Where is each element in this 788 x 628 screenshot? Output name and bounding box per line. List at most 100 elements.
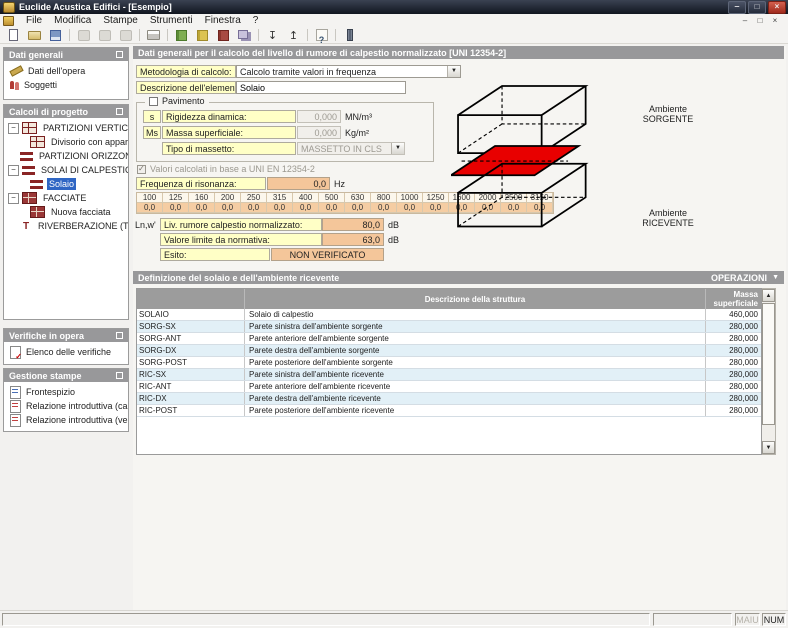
freq-band-header: 125 [163,193,189,203]
freq-value-cell: 0,0 [163,203,189,213]
status-message-panel [2,613,650,626]
descrizione-input[interactable] [236,81,406,94]
massetto-label: Tipo di massetto: [162,142,296,155]
table-row-sorg-dx[interactable]: SORG-DXParete destra dell'ambiente sorge… [137,345,761,357]
book-green-button[interactable] [171,27,192,44]
pin-icon[interactable] [116,332,123,339]
new-button[interactable] [3,27,24,44]
table-row-ric-dx[interactable]: RIC-DXParete destra dell'ambiente riceve… [137,393,761,405]
table-row-solaio[interactable]: SOLAIOSolaio di calpestio460,000 [137,309,761,321]
print-icon [147,30,160,40]
tree-item-facciate[interactable]: −FACCIATE [4,191,128,205]
tree-item-riverberazione-t60[interactable]: RIVERBERAZIONE (T60) [4,219,128,233]
freq-value-cell: 0,0 [319,203,345,213]
tree-item-nuova-facciata[interactable]: Nuova facciata [4,205,128,219]
freq-value-cell: 0,0 [397,203,423,213]
table-row-ric-ant[interactable]: RIC-ANTParete anteriore dell'ambiente ri… [137,381,761,393]
description-column-header[interactable]: Descrizione della struttura [245,289,706,309]
menu-finestra[interactable]: Finestra [199,14,247,27]
table-row-ric-sx[interactable]: RIC-SXParete sinistra dell'ambiente rice… [137,369,761,381]
pin-icon[interactable] [116,51,123,58]
valori-calcolati-label: Valori calcolati in base a UNI EN 12354-… [150,164,315,174]
books-copy-button[interactable] [234,27,255,44]
panel-title: Dati generali [9,50,63,60]
new-facade-icon [30,206,45,218]
panel-dati-generali: Dati generali Dati dell'opera Soggetti [3,47,129,100]
rigidezza-value: 0,000 [297,110,341,123]
caps-lock-indicator: MAIU [735,613,760,626]
book-red-button[interactable] [213,27,234,44]
close-button[interactable]: × [768,1,786,14]
search-replace-button[interactable] [115,27,136,44]
collapse-icon[interactable]: − [8,165,19,176]
sidebar-item-relazione-calcoli[interactable]: Relazione introduttiva (calcoli) [4,399,128,413]
slab-icon [30,180,43,189]
print-button[interactable] [143,27,164,44]
menu-help[interactable]: ? [247,14,265,27]
menu-stampe[interactable]: Stampe [97,14,143,27]
menu-modifica[interactable]: Modifica [48,14,97,27]
freq-band-header: 630 [345,193,371,203]
tree-item-partizioni-verticali[interactable]: −PARTIZIONI VERTICALI [4,121,128,135]
new-icon [9,29,18,41]
save-button[interactable] [45,27,66,44]
scrollbar-thumb[interactable] [762,303,775,425]
sidebar-item-frontespizio[interactable]: Frontespizio [4,385,128,399]
menu-file[interactable]: File [20,14,48,27]
menu-strumenti[interactable]: Strumenti [144,14,199,27]
arrow-up-button[interactable] [283,27,304,44]
pin-icon[interactable] [116,108,123,115]
mdi-minimize-button[interactable]: ‒ [739,15,751,27]
tree-item-solaio[interactable]: Solaio [4,177,128,191]
pavimento-checkbox[interactable] [149,97,158,106]
table-row-sorg-sx[interactable]: SORG-SXParete sinistra dell'ambiente sor… [137,321,761,333]
search-button[interactable] [73,27,94,44]
search-files-button[interactable] [94,27,115,44]
metodologia-select[interactable]: Calcolo tramite valori in frequenza ▼ [236,65,461,78]
sidebar-item-soggetti[interactable]: Soggetti [4,78,128,92]
open-button[interactable] [24,27,45,44]
scroll-down-icon[interactable]: ▼ [762,441,775,454]
pavimento-groupbox: Pavimento s Rigidezza dinamica: 0,000 MN… [136,102,434,162]
tree-item-partizioni-orizzontali[interactable]: PARTIZIONI ORIZZONTALI [4,149,128,163]
sidebar-item-dati-dellopera[interactable]: Dati dell'opera [4,64,128,78]
column-button[interactable] [339,27,360,44]
report-document-icon [10,414,21,427]
table-header-row: Descrizione della struttura Massa superf… [137,289,761,309]
scroll-up-icon[interactable]: ▲ [762,289,775,302]
freq-band-header: 500 [319,193,345,203]
book-yellow-button[interactable] [192,27,213,44]
sidebar-item-elenco-verifiche[interactable]: Elenco delle verifiche [4,345,128,359]
collapse-icon[interactable]: − [8,193,19,204]
freq-band-header: 1250 [423,193,449,203]
mass-column-header[interactable]: Massa superficiale [706,289,761,309]
maximize-button[interactable]: □ [748,1,766,14]
code-column-header [137,289,245,309]
table-row-sorg-ant[interactable]: SORG-ANTParete anteriore dell'ambiente s… [137,333,761,345]
help-button[interactable] [311,27,332,44]
mdi-close-button[interactable]: × [769,15,781,27]
chevron-down-icon[interactable]: ▼ [447,66,460,77]
floor-slab-icon [22,166,35,175]
source-room-box [458,86,586,153]
arrow-down-button[interactable] [262,27,283,44]
table-row-sorg-post[interactable]: SORG-POSTParete posteriore dell'ambiente… [137,357,761,369]
pavimento-title: Pavimento [162,96,205,106]
tree-item-solai-di-calpestio[interactable]: −SOLAI DI CALPESTIO [4,163,128,177]
menu-bar: FileModificaStampeStrumentiFinestra? ‒ □… [0,14,788,27]
minimize-button[interactable]: ‒ [728,1,746,14]
esito-value: NON VERIFICATO [271,248,384,261]
mdi-restore-button[interactable]: □ [754,15,766,27]
book-yellow-icon [197,30,208,41]
tree-item-divisorio-con-appartamento[interactable]: Divisorio con appartamento [4,135,128,149]
collapse-icon[interactable]: − [8,123,19,134]
operazioni-button[interactable]: OPERAZIONI ▼ [711,273,779,283]
book-green-icon [176,30,187,41]
table-scrollbar[interactable]: ▲ ▼ [762,288,776,455]
sidebar-item-relazione-verifiche[interactable]: Relazione introduttiva (verifiche) [4,413,128,427]
checklist-document-icon [10,346,21,359]
pin-icon[interactable] [116,372,123,379]
limite-unit: dB [388,233,399,246]
table-row-ric-post[interactable]: RIC-POSTParete posteriore dell'ambiente … [137,405,761,417]
toolbar [0,27,788,44]
